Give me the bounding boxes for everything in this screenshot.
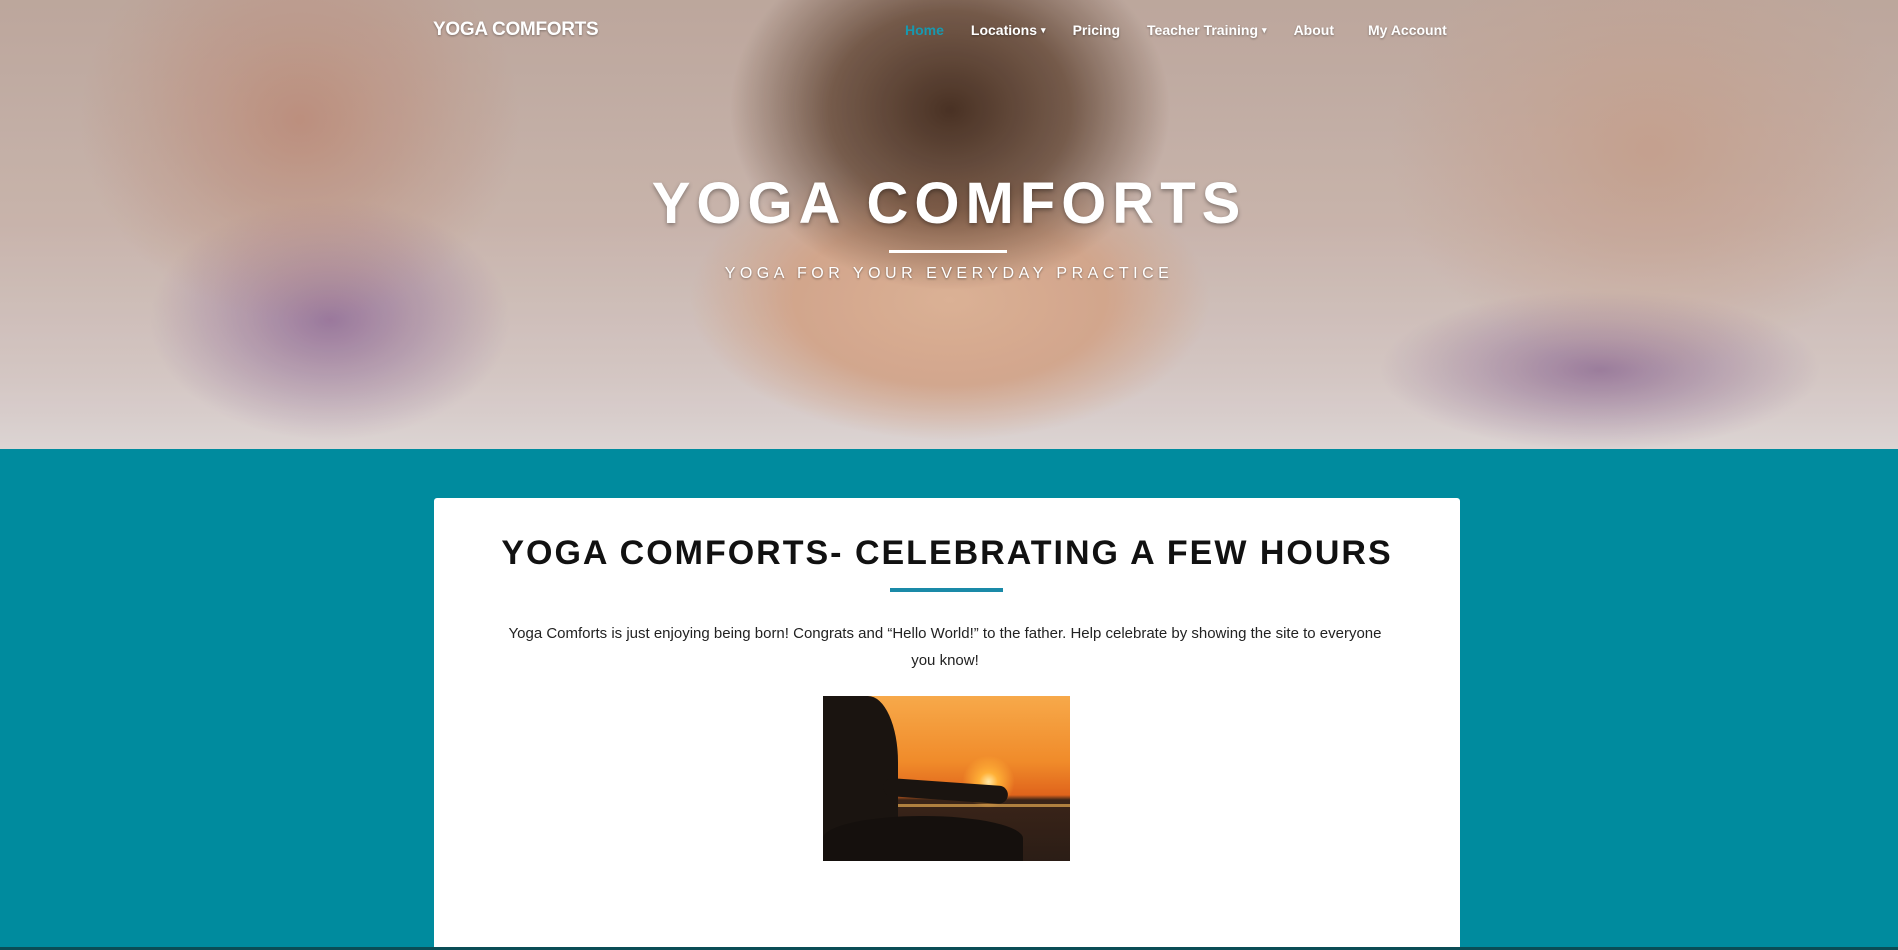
nav-about-label: About bbox=[1293, 22, 1334, 38]
hero-banner: YOGA COMFORTS Home Locations ▾ Pricing T… bbox=[0, 0, 1898, 449]
nav-about[interactable]: About bbox=[1294, 22, 1334, 38]
nav-my-account[interactable]: My Account bbox=[1368, 22, 1447, 38]
nav-home[interactable]: Home bbox=[905, 22, 944, 38]
nav-pricing-label: Pricing bbox=[1072, 22, 1121, 38]
hero-divider bbox=[889, 250, 1007, 253]
nav-teacher-training-label: Teacher Training bbox=[1147, 22, 1259, 38]
nav-locations[interactable]: Locations ▾ bbox=[971, 22, 1046, 38]
image-silhouette-arm bbox=[882, 777, 1009, 805]
main-nav: Home Locations ▾ Pricing Teacher Trainin… bbox=[905, 22, 1474, 38]
nav-teacher-training[interactable]: Teacher Training ▾ bbox=[1147, 22, 1267, 38]
top-navbar: YOGA COMFORTS Home Locations ▾ Pricing T… bbox=[0, 0, 1898, 62]
nav-my-account-label: My Account bbox=[1368, 22, 1447, 38]
nav-pricing[interactable]: Pricing bbox=[1073, 22, 1120, 38]
post-title-divider bbox=[890, 588, 1003, 592]
meditation-sunset-image bbox=[823, 696, 1070, 861]
post-card: YOGA COMFORTS- CELEBRATING A FEW HOURS Y… bbox=[434, 498, 1460, 950]
hero-subtitle: YOGA FOR YOUR EVERYDAY PRACTICE bbox=[724, 265, 1174, 282]
image-silhouette-legs bbox=[823, 816, 1023, 861]
nav-home-label: Home bbox=[905, 22, 944, 38]
site-brand-link[interactable]: YOGA COMFORTS bbox=[433, 19, 599, 41]
post-title: YOGA COMFORTS- CELEBRATING A FEW HOURS bbox=[501, 534, 1393, 572]
caret-down-icon: ▾ bbox=[1262, 24, 1267, 35]
nav-locations-label: Locations bbox=[970, 22, 1038, 38]
post-body-text: Yoga Comforts is just enjoying being bor… bbox=[508, 625, 1382, 669]
caret-down-icon: ▾ bbox=[1041, 24, 1046, 35]
hero-title: YOGA COMFORTS bbox=[651, 171, 1247, 236]
